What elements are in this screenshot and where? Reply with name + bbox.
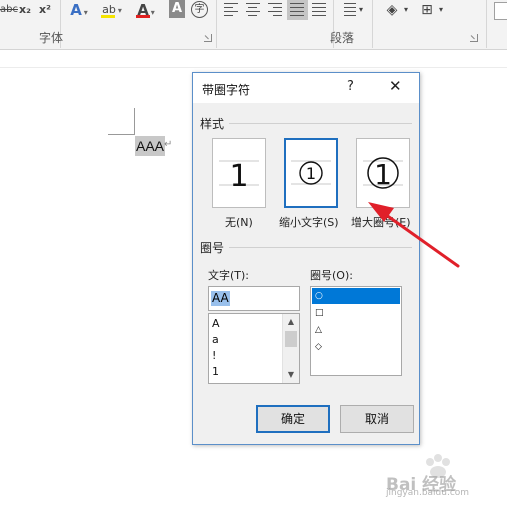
watermark-url: jingyan.baidu.com	[386, 488, 470, 498]
annotation-arrow-icon	[368, 202, 460, 268]
